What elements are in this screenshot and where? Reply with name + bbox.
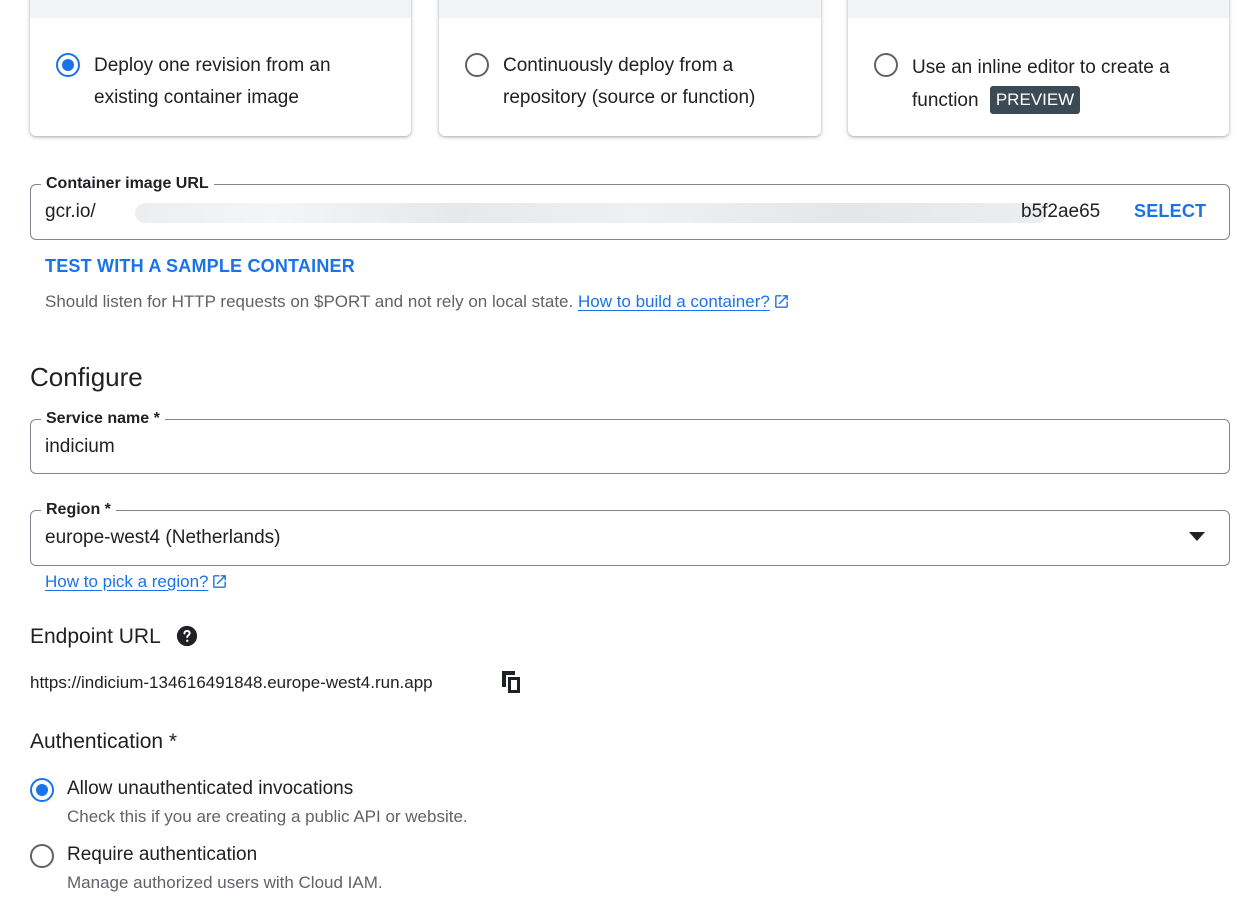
auth-option-require-authentication[interactable]: Require authentication Manage authorized… [30,843,590,899]
external-link-icon [213,575,227,588]
select-image-button[interactable]: SELECT [1134,201,1206,222]
deploy-option-card-inline-editor[interactable]: Use an inline editor to create a functio… [848,0,1229,136]
container-image-url-prefix: gcr.io/ [45,201,96,222]
region-select[interactable]: Region * europe-west4 (Netherlands) [30,500,1230,566]
external-link-icon [774,295,788,308]
preview-badge: PREVIEW [989,86,1081,114]
dropdown-arrow-icon[interactable] [1189,532,1205,542]
container-image-url-field[interactable]: Container image URL gcr.io/ b5f2ae65 SEL… [30,174,1230,240]
card-header-band [30,0,411,18]
test-sample-container-button[interactable]: TEST WITH A SAMPLE CONTAINER [45,256,355,277]
copy-icon[interactable] [500,670,522,694]
require-authentication-label: Require authentication [67,844,258,865]
allow-unauthenticated-label: Allow unauthenticated invocations [67,778,354,799]
endpoint-url-title: Endpoint URL [30,625,160,648]
endpoint-url-heading: Endpoint URL [30,624,198,650]
deploy-option-image-label: Deploy one revision from an existing con… [94,55,331,108]
deploy-option-card-image[interactable]: Deploy one revision from an existing con… [30,0,411,136]
deploy-option-repository-radio[interactable] [465,53,489,77]
deploy-option-image-radio[interactable] [56,53,80,77]
deploy-option-inline-editor-text: Use an inline editor to create a functio… [912,51,1211,117]
service-name-value: indicium [45,436,115,457]
help-icon[interactable] [176,625,198,647]
endpoint-url-row: https://indicium-134616491848.europe-wes… [30,672,433,694]
region-help: How to pick a region? [45,572,228,592]
service-name-field[interactable]: Service name * indicium [30,409,1230,474]
require-authentication-description: Manage authorized users with Cloud IAM. [67,873,383,892]
container-image-url-label: Container image URL [41,174,214,194]
deploy-option-inline-editor-radio[interactable] [874,53,898,77]
how-to-build-container-link[interactable]: How to build a container? [578,292,770,311]
how-to-pick-region-link[interactable]: How to pick a region? [45,572,208,591]
redacted-image-path [135,203,1047,223]
require-authentication-radio[interactable] [30,844,54,868]
region-value: europe-west4 (Netherlands) [45,527,281,548]
endpoint-url-value: https://indicium-134616491848.europe-wes… [30,673,433,692]
container-hint: Should listen for HTTP requests on $PORT… [45,292,790,312]
service-name-label: Service name * [41,409,165,429]
card-header-band [848,0,1229,18]
authentication-heading: Authentication * [30,730,178,753]
allow-unauthenticated-radio[interactable] [30,778,54,802]
card-header-band [439,0,821,18]
container-image-url-suffix: b5f2ae65 [1021,201,1101,222]
allow-unauthenticated-description: Check this if you are creating a public … [67,807,468,826]
container-hint-text: Should listen for HTTP requests on $PORT… [45,292,574,311]
configure-heading: Configure [30,362,143,392]
deploy-option-repository-label: Continuously deploy from a repository (s… [503,55,756,108]
auth-option-allow-unauthenticated[interactable]: Allow unauthenticated invocations Check … [30,777,590,833]
region-label: Region * [41,500,116,520]
deploy-option-card-repository[interactable]: Continuously deploy from a repository (s… [439,0,821,136]
